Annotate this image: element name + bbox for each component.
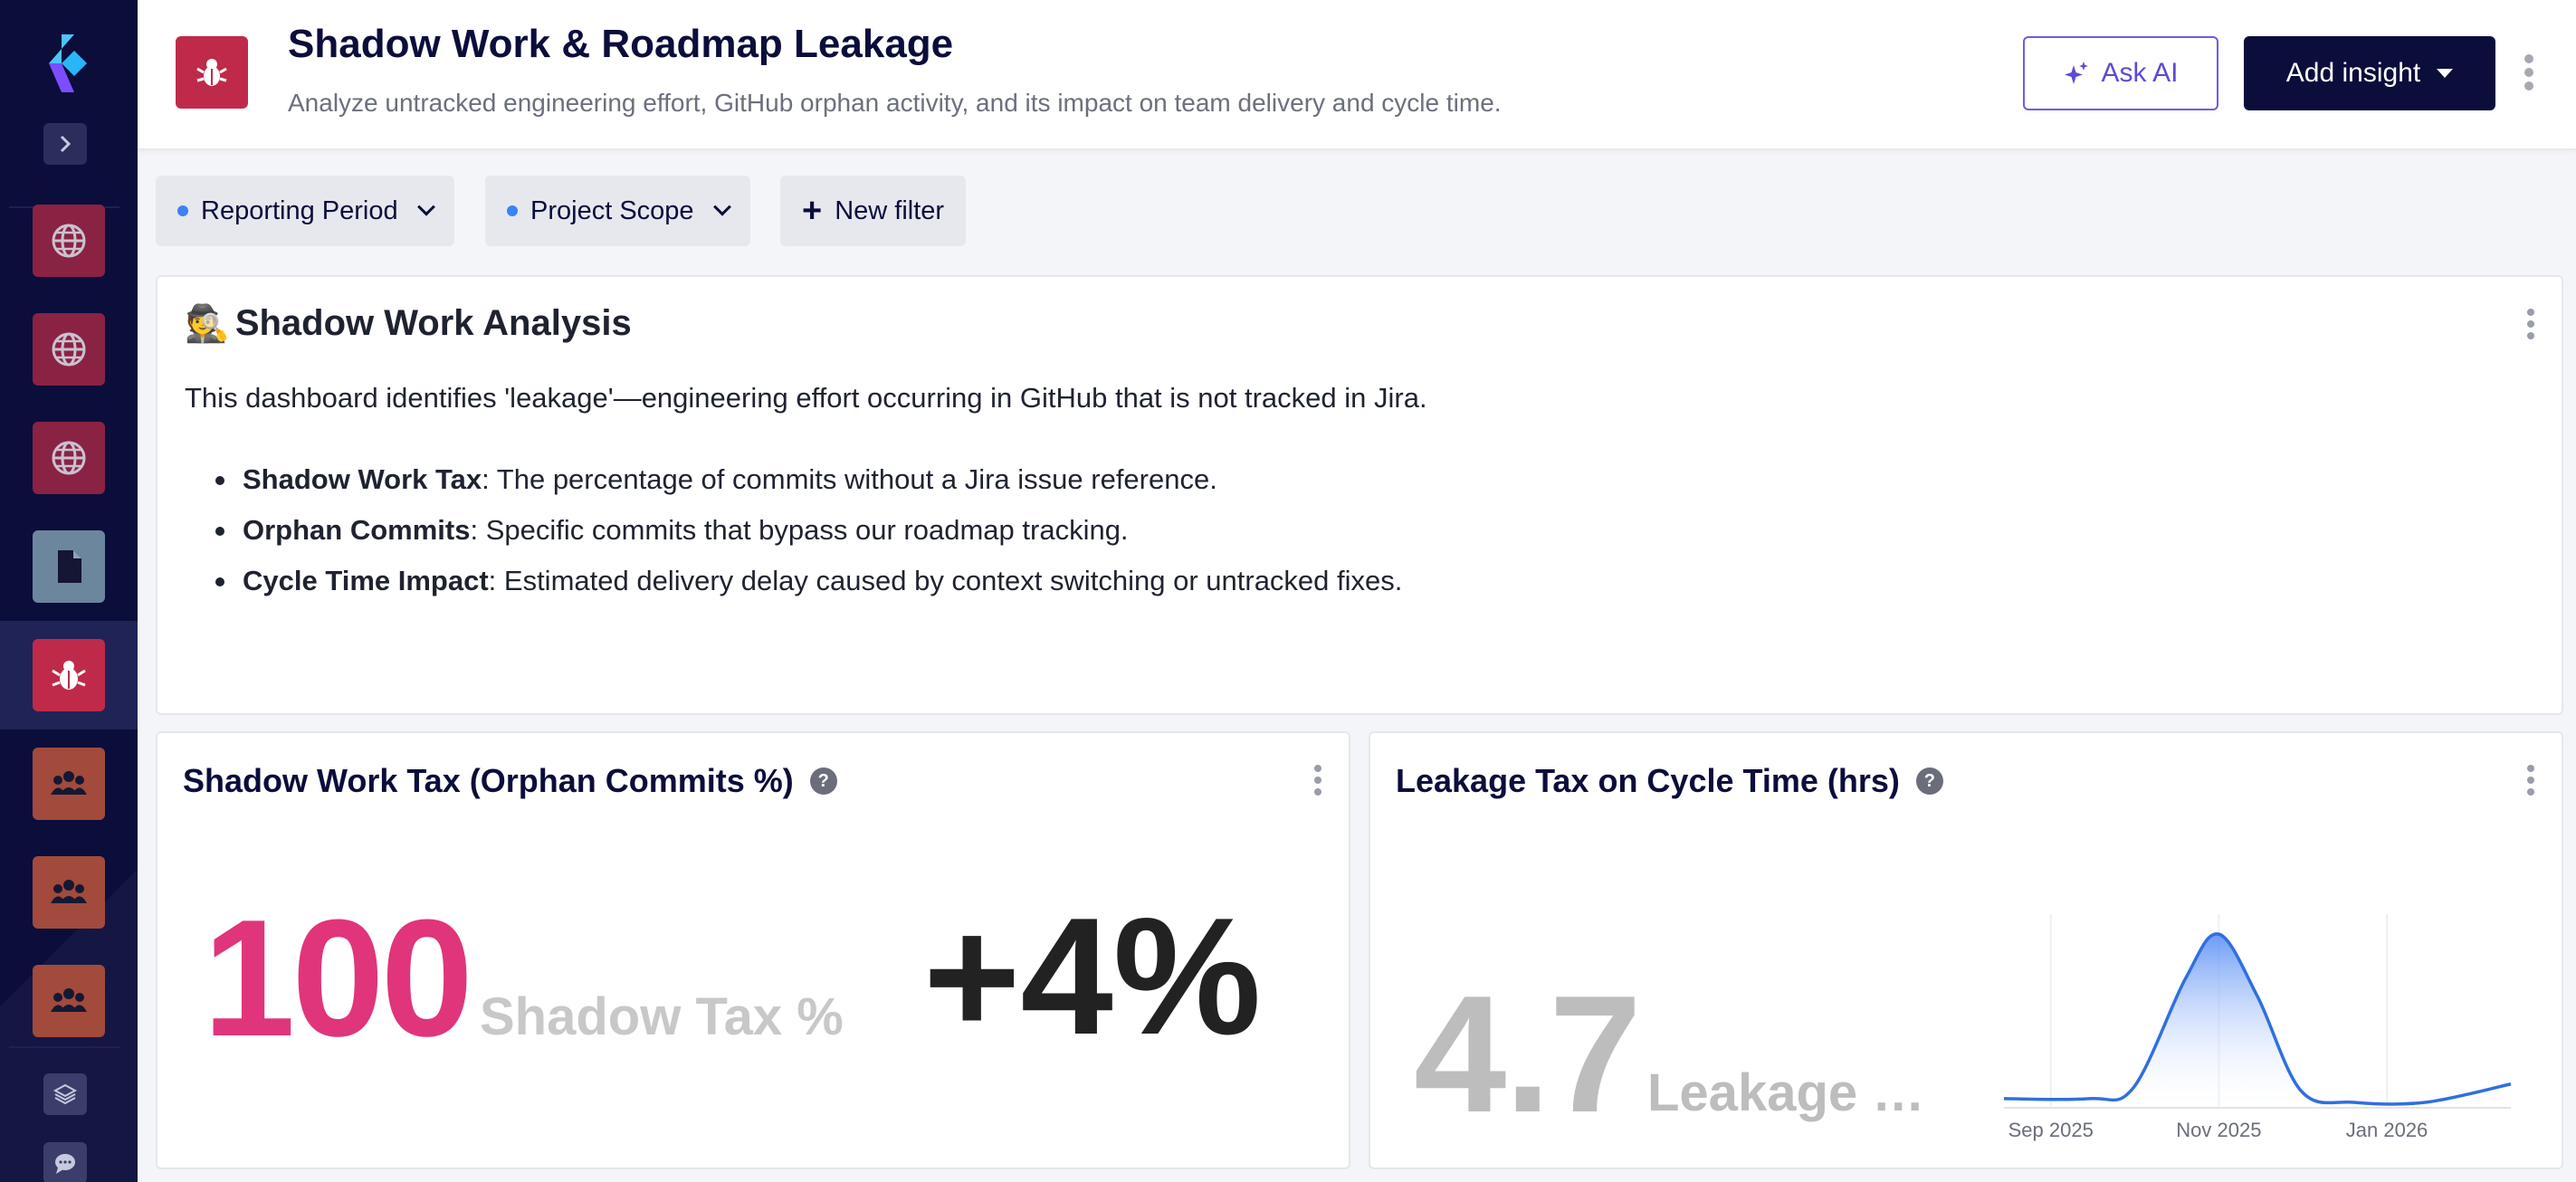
sidebar-item-globe[interactable] — [0, 186, 138, 295]
layers-icon — [52, 1083, 78, 1105]
sidebar-divider — [9, 1046, 119, 1048]
sidebar-item-users[interactable] — [0, 729, 138, 838]
file-icon — [58, 550, 81, 583]
detective-emoji: 🕵️ — [185, 304, 230, 344]
card-more-button[interactable] — [2524, 762, 2538, 798]
help-icon[interactable]: ? — [1915, 767, 1943, 795]
caret-down-icon — [2437, 69, 2454, 78]
users-icon — [51, 880, 87, 903]
bullet-desc: : Estimated delivery delay caused by con… — [488, 565, 1403, 596]
sidebar-item-tile — [33, 965, 105, 1037]
add-insight-button[interactable]: Add insight — [2244, 36, 2495, 110]
sidebar-item-globe[interactable] — [0, 295, 138, 404]
shadow-work-tax-card: Shadow Work Tax (Orphan Commits %) ? 100… — [156, 731, 1350, 1169]
sparkle-icon — [2065, 62, 2089, 84]
list-item: Orphan Commits: Specific commits that by… — [215, 505, 1402, 556]
sidebar-item-tile — [33, 422, 105, 494]
card-title: Shadow Work Tax (Orphan Commits %) ? — [183, 762, 837, 800]
sidebar — [0, 0, 138, 1182]
filter-active-dot — [507, 205, 518, 216]
metric-delta: +4% — [923, 882, 1262, 1069]
filter-reporting-period[interactable]: Reporting Period — [156, 176, 454, 246]
card-title-text: Leakage Tax on Cycle Time (hrs) — [1396, 762, 1900, 799]
sidebar-item-users[interactable] — [0, 838, 138, 947]
users-icon — [51, 988, 87, 1012]
bug-icon — [52, 661, 86, 690]
filter-label: Project Scope — [530, 195, 694, 225]
sidebar-item-globe[interactable] — [0, 404, 138, 512]
metric-value: 100 — [203, 884, 473, 1071]
sidebar-item-tile — [33, 856, 105, 929]
ask-ai-button[interactable]: Ask AI — [2023, 36, 2218, 110]
chevron-right-icon — [60, 135, 72, 153]
globe-icon — [52, 224, 86, 258]
x-tick-label: Nov 2025 — [2176, 1119, 2261, 1141]
globe-icon — [52, 332, 86, 367]
bullet-list: Shadow Work Tax: The percentage of commi… — [215, 454, 1402, 606]
bullet-desc: : The percentage of commits without a Ji… — [482, 463, 1217, 495]
filter-project-scope[interactable]: Project Scope — [485, 176, 750, 246]
help-icon[interactable]: ? — [809, 767, 837, 795]
card-title: Leakage Tax on Cycle Time (hrs) ? — [1396, 762, 1943, 800]
sidebar-item-bug[interactable] — [0, 621, 138, 729]
card-more-button[interactable] — [2524, 306, 2538, 342]
users-icon — [51, 771, 87, 795]
sparkline-area — [2004, 933, 2511, 1106]
leakage-tax-card: Leakage Tax on Cycle Time (hrs) ? 4.7 Le… — [1369, 731, 2563, 1169]
chevron-down-icon — [416, 197, 435, 216]
page-header: Shadow Work & Roadmap Leakage Analyze un… — [138, 0, 2576, 150]
sidebar-item-tile — [33, 205, 105, 277]
filter-active-dot — [177, 205, 188, 216]
page-more-button[interactable] — [2518, 51, 2540, 94]
list-item: Shadow Work Tax: The percentage of commi… — [215, 454, 1402, 505]
x-tick-label: Jan 2026 — [2346, 1119, 2428, 1141]
card-heading-text: Shadow Work Analysis — [234, 303, 632, 343]
sidebar-item-file[interactable] — [0, 512, 138, 621]
page-subtitle: Analyze untracked engineering effort, Gi… — [288, 89, 1502, 117]
metric-label: Shadow Tax % — [480, 987, 844, 1046]
new-filter-button[interactable]: + New filter — [780, 176, 967, 246]
sidebar-item-tile — [33, 313, 105, 386]
sparkline-chart: Sep 2025 Nov 2025 Jan 2026 — [2003, 914, 2512, 1141]
card-title-text: Shadow Work Tax (Orphan Commits %) — [183, 762, 794, 799]
metric-value: 4.7 — [1414, 960, 1642, 1147]
chat-button[interactable] — [43, 1142, 87, 1182]
sidebar-item-tile — [33, 639, 105, 711]
metric-label: Leakage Delay — [1647, 1063, 1961, 1122]
plus-icon: + — [802, 192, 823, 230]
card-intro: This dashboard identifies 'leakage'—engi… — [185, 382, 1427, 414]
layers-button[interactable] — [43, 1073, 87, 1115]
sidebar-item-tile — [33, 748, 105, 820]
bullet-term: Shadow Work Tax — [243, 463, 482, 495]
bug-icon — [196, 59, 227, 86]
app-logo-icon[interactable] — [34, 34, 96, 92]
card-more-button[interactable] — [1311, 762, 1325, 798]
chevron-down-icon — [712, 197, 731, 216]
list-item: Cycle Time Impact: Estimated delivery de… — [215, 556, 1402, 606]
card-heading: 🕵️ Shadow Work Analysis — [185, 302, 632, 345]
bullet-term: Cycle Time Impact — [243, 565, 489, 596]
sidebar-item-users[interactable] — [0, 947, 138, 1055]
sidebar-item-tile — [33, 530, 105, 603]
filter-label: Reporting Period — [201, 195, 398, 225]
bullet-term: Orphan Commits — [243, 514, 471, 546]
shadow-work-analysis-card: 🕵️ Shadow Work Analysis This dashboard i… — [156, 275, 2563, 715]
ask-ai-label: Ask AI — [2101, 58, 2179, 88]
page-title: Shadow Work & Roadmap Leakage — [288, 22, 954, 66]
globe-icon — [52, 441, 86, 475]
add-insight-label: Add insight — [2285, 58, 2421, 88]
x-tick-label: Sep 2025 — [2008, 1119, 2094, 1141]
chat-icon — [55, 1154, 75, 1174]
filter-label: New filter — [835, 195, 945, 225]
bullet-desc: : Specific commits that bypass our roadm… — [470, 514, 1129, 546]
page-icon — [176, 36, 248, 109]
sidebar-expand-button[interactable] — [43, 123, 87, 165]
